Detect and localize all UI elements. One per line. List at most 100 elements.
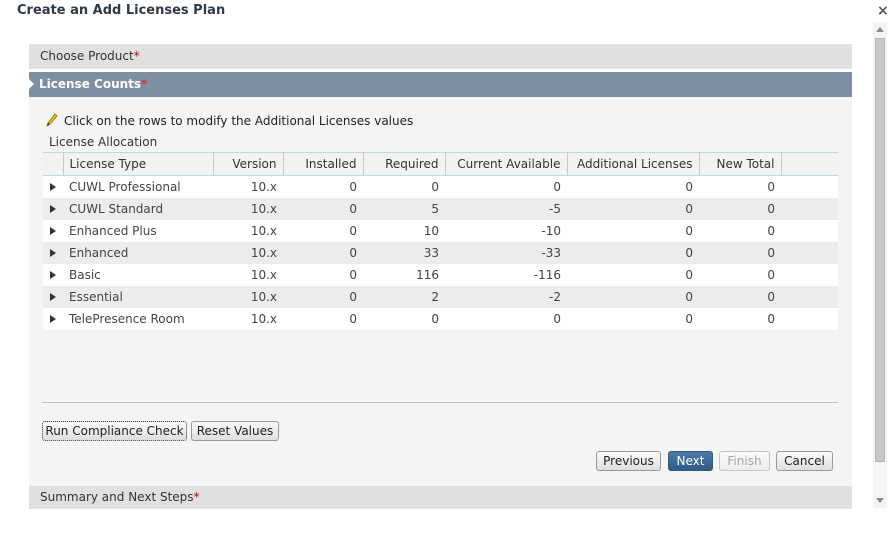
cell-new-total: 0 (699, 220, 781, 242)
cell-required: 116 (363, 264, 445, 286)
cell-new-total: 0 (699, 264, 781, 286)
cell-license-type: Enhanced (63, 242, 213, 264)
expand-row-icon[interactable] (43, 308, 63, 330)
column-header-required[interactable]: Required (363, 152, 446, 176)
dialog-title: Create an Add Licenses Plan (17, 3, 226, 18)
table-row[interactable]: Essential 10.x 0 2 -2 0 0 (43, 286, 838, 308)
table-row[interactable]: TelePresence Room 10.x 0 0 0 0 0 (43, 308, 838, 330)
section-license-counts[interactable]: License Counts* (29, 72, 852, 97)
cell-license-type: Enhanced Plus (63, 220, 213, 242)
table-row[interactable]: CUWL Standard 10.x 0 5 -5 0 0 (43, 198, 838, 220)
required-marker: * (193, 490, 200, 504)
cell-new-total: 0 (699, 286, 781, 308)
section-choose-product-label: Choose Product (40, 49, 134, 63)
cell-filler (781, 286, 838, 308)
cell-additional-licenses[interactable]: 0 (567, 175, 699, 198)
column-header-new-total[interactable]: New Total (699, 152, 782, 176)
cell-current-available: 0 (445, 308, 567, 330)
expand-row-icon[interactable] (43, 175, 63, 198)
run-compliance-check-button[interactable]: Run Compliance Check (42, 421, 187, 441)
cell-required: 0 (363, 308, 445, 330)
expand-row-icon[interactable] (43, 220, 63, 242)
cell-filler (781, 175, 838, 198)
cell-required: 33 (363, 242, 445, 264)
cell-filler (781, 264, 838, 286)
pencil-icon (46, 113, 58, 130)
close-icon[interactable]: × (877, 3, 889, 19)
cell-installed: 0 (283, 308, 363, 330)
cell-installed: 0 (283, 220, 363, 242)
section-choose-product[interactable]: Choose Product* (29, 44, 852, 69)
column-header-filler (781, 152, 838, 176)
next-button[interactable]: Next (668, 451, 713, 471)
column-header-expand (43, 152, 64, 176)
cell-new-total: 0 (699, 242, 781, 264)
cell-version: 10.x (213, 175, 283, 198)
cell-filler (781, 308, 838, 330)
scroll-up-icon[interactable] (876, 27, 884, 32)
cell-current-available: -10 (445, 220, 567, 242)
cell-license-type: Basic (63, 264, 213, 286)
cell-version: 10.x (213, 242, 283, 264)
previous-button[interactable]: Previous (596, 451, 661, 471)
table-row[interactable]: CUWL Professional 10.x 0 0 0 0 0 (43, 175, 838, 198)
table-row[interactable]: Enhanced 10.x 0 33 -33 0 0 (43, 242, 838, 264)
cell-license-type: TelePresence Room (63, 308, 213, 330)
cell-additional-licenses[interactable]: 0 (567, 286, 699, 308)
reset-values-button[interactable]: Reset Values (191, 421, 279, 441)
cell-version: 10.x (213, 308, 283, 330)
scrollbar-thumb[interactable] (875, 38, 885, 462)
cell-additional-licenses[interactable]: 0 (567, 242, 699, 264)
cell-current-available: -5 (445, 198, 567, 220)
hint-text-row: Click on the rows to modify the Addition… (46, 113, 413, 130)
cell-installed: 0 (283, 242, 363, 264)
license-allocation-title: License Allocation (49, 135, 158, 149)
section-summary[interactable]: Summary and Next Steps* (29, 486, 852, 509)
cell-version: 10.x (213, 198, 283, 220)
scroll-down-icon[interactable] (876, 498, 884, 503)
cell-version: 10.x (213, 264, 283, 286)
table-row[interactable]: Basic 10.x 0 116 -116 0 0 (43, 264, 838, 286)
cell-installed: 0 (283, 198, 363, 220)
column-header-installed[interactable]: Installed (283, 152, 364, 176)
cell-current-available: -116 (445, 264, 567, 286)
column-header-version[interactable]: Version (213, 152, 284, 176)
cancel-button[interactable]: Cancel (776, 451, 833, 471)
expanded-arrow-icon (29, 79, 34, 89)
table-row[interactable]: Enhanced Plus 10.x 0 10 -10 0 0 (43, 220, 838, 242)
expand-row-icon[interactable] (43, 198, 63, 220)
cell-new-total: 0 (699, 308, 781, 330)
cell-version: 10.x (213, 286, 283, 308)
cell-additional-licenses[interactable]: 0 (567, 264, 699, 286)
vertical-scrollbar[interactable] (873, 22, 887, 508)
required-marker: * (133, 49, 140, 63)
cell-installed: 0 (283, 264, 363, 286)
expand-row-icon[interactable] (43, 264, 63, 286)
cell-new-total: 0 (699, 175, 781, 198)
cell-current-available: -33 (445, 242, 567, 264)
expand-row-icon[interactable] (43, 286, 63, 308)
table-header-row: License Type Version Installed Required … (43, 152, 838, 176)
cell-filler (781, 220, 838, 242)
cell-new-total: 0 (699, 198, 781, 220)
column-header-current-available[interactable]: Current Available (445, 152, 568, 176)
cell-additional-licenses[interactable]: 0 (567, 220, 699, 242)
required-marker: * (141, 77, 148, 91)
hint-text: Click on the rows to modify the Addition… (64, 114, 414, 128)
cell-license-type: CUWL Professional (63, 175, 213, 198)
cell-installed: 0 (283, 286, 363, 308)
license-allocation-table: License Type Version Installed Required … (43, 152, 838, 330)
cell-additional-licenses[interactable]: 0 (567, 308, 699, 330)
cell-current-available: 0 (445, 175, 567, 198)
cell-additional-licenses[interactable]: 0 (567, 198, 699, 220)
cell-version: 10.x (213, 220, 283, 242)
cell-installed: 0 (283, 175, 363, 198)
cell-required: 2 (363, 286, 445, 308)
expand-row-icon[interactable] (43, 242, 63, 264)
column-header-additional-licenses[interactable]: Additional Licenses (567, 152, 700, 176)
section-license-counts-label: License Counts (39, 77, 142, 91)
divider (42, 402, 838, 403)
cell-license-type: Essential (63, 286, 213, 308)
column-header-license-type[interactable]: License Type (63, 152, 214, 176)
cell-filler (781, 198, 838, 220)
